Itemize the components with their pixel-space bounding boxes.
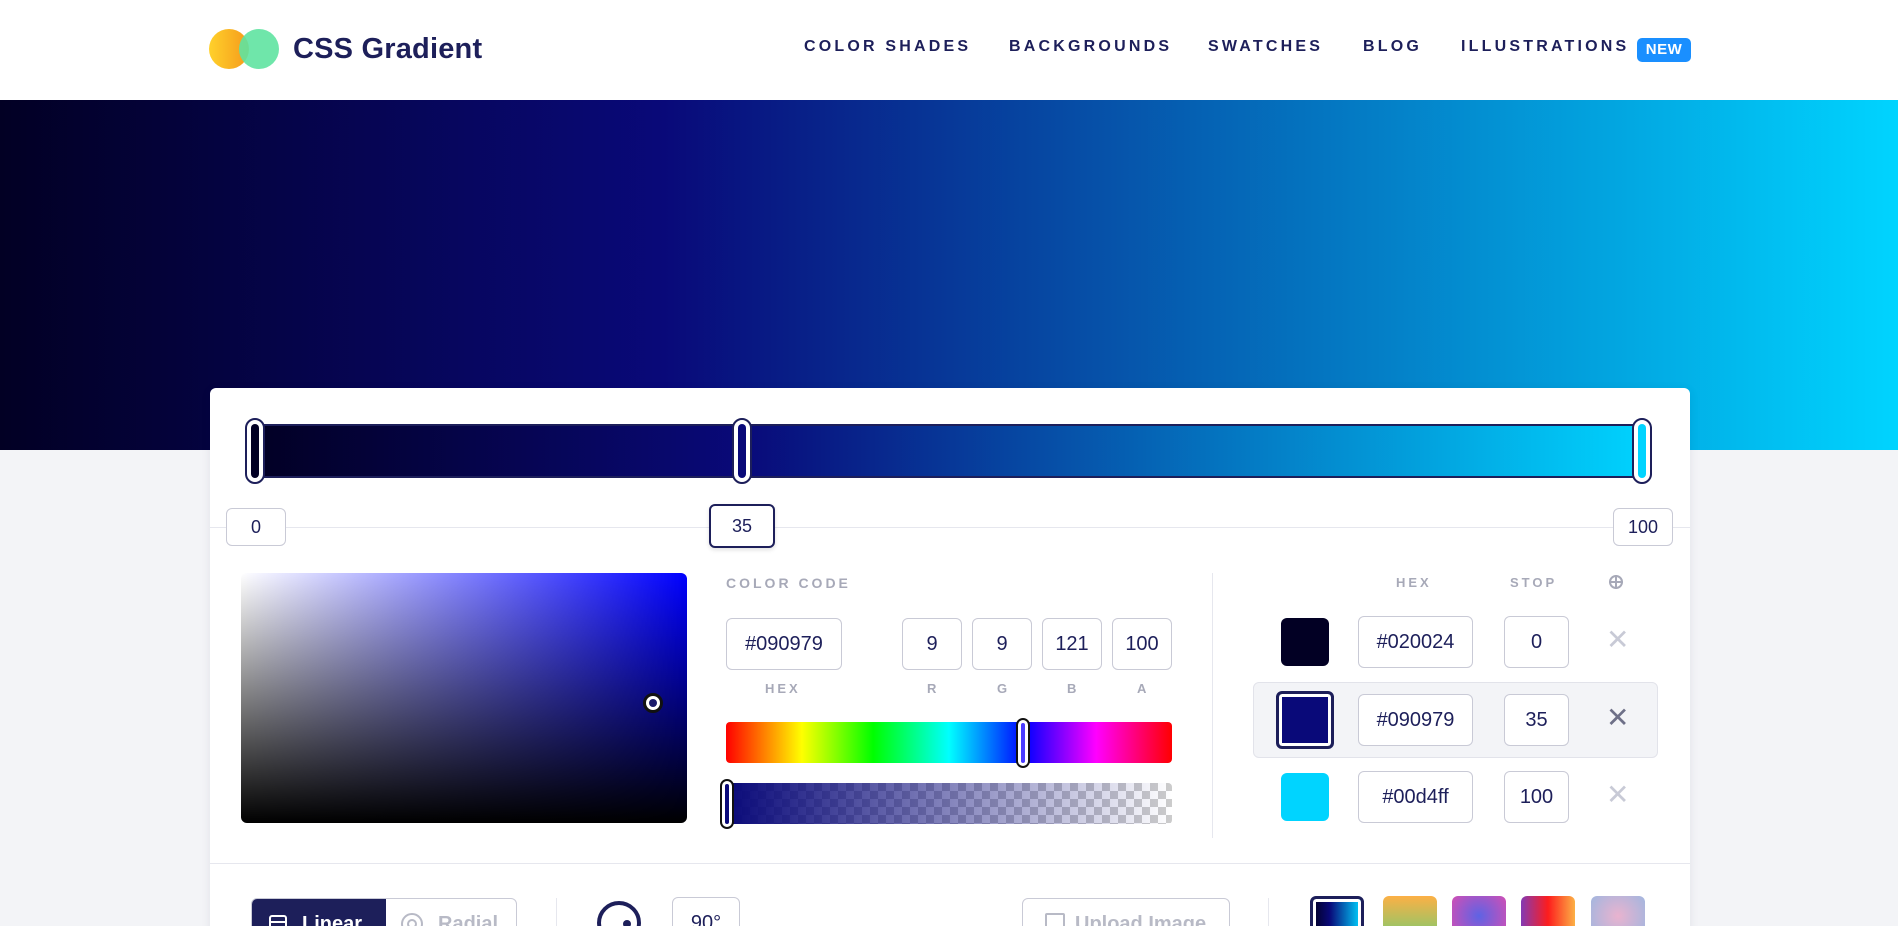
hex-label: HEX — [765, 681, 801, 696]
stop-swatch-2[interactable] — [1281, 773, 1329, 821]
gradient-slider-track[interactable] — [252, 424, 1652, 478]
r-label: R — [927, 681, 940, 696]
nav-color-shades[interactable]: COLOR SHADES — [804, 38, 971, 56]
remove-stop-1-icon[interactable]: ✕ — [1606, 704, 1629, 732]
radial-button[interactable]: Radial — [386, 899, 516, 926]
stop-hex-input-2[interactable]: #00d4ff — [1358, 771, 1473, 823]
hue-slider-handle[interactable] — [1016, 718, 1030, 768]
nav-swatches[interactable]: SWATCHES — [1208, 38, 1323, 56]
upload-label: Upload Image — [1075, 913, 1207, 926]
radial-icon — [401, 913, 423, 926]
stop-position-35[interactable]: 35 — [709, 504, 775, 548]
stop-handle-35[interactable] — [732, 418, 752, 484]
picker-cursor[interactable] — [643, 693, 663, 713]
stop-handle-100[interactable] — [1632, 418, 1652, 484]
linear-button[interactable]: Linear — [252, 899, 386, 926]
gradient-type-toggle: Linear Radial — [251, 898, 517, 926]
stop-value-input-1[interactable]: 35 — [1504, 694, 1569, 746]
saturation-value-picker[interactable] — [241, 573, 687, 823]
nav-illustrations[interactable]: ILLUSTRATIONS — [1461, 38, 1629, 56]
hue-slider[interactable] — [726, 722, 1172, 763]
globe-icon[interactable] — [1609, 575, 1623, 589]
new-badge: NEW — [1637, 38, 1691, 62]
linear-icon — [269, 915, 287, 926]
a-label: A — [1137, 681, 1150, 696]
preset-swatch-1[interactable] — [1310, 896, 1364, 926]
color-code-title: COLOR CODE — [726, 575, 851, 591]
preset-swatch-4[interactable] — [1521, 896, 1575, 926]
preset-swatch-2[interactable] — [1383, 896, 1437, 926]
divider — [1268, 898, 1269, 926]
stops-hex-header: HEX — [1396, 575, 1432, 590]
logo[interactable]: CSS Gradient — [209, 27, 482, 71]
image-icon — [1045, 913, 1065, 926]
nav-backgrounds[interactable]: BACKGROUNDS — [1009, 38, 1172, 56]
a-input[interactable]: 100 — [1112, 618, 1172, 670]
nav-blog[interactable]: BLOG — [1363, 38, 1422, 56]
alpha-slider[interactable] — [726, 783, 1172, 824]
brand-name: CSS Gradient — [293, 32, 483, 65]
stops-stop-header: STOP — [1510, 575, 1558, 590]
preset-swatch-3[interactable] — [1452, 896, 1506, 926]
stop-position-0[interactable]: 0 — [226, 508, 286, 546]
stop-value-input-2[interactable]: 100 — [1504, 771, 1569, 823]
logo-icon — [209, 27, 281, 71]
vertical-divider — [1212, 573, 1213, 838]
divider — [210, 863, 1690, 864]
site-header: CSS Gradient COLOR SHADES BACKGROUNDS SW… — [0, 0, 1898, 100]
hex-input[interactable]: #090979 — [726, 618, 842, 670]
stop-value-input-0[interactable]: 0 — [1504, 616, 1569, 668]
b-label: B — [1067, 681, 1080, 696]
stop-hex-input-0[interactable]: #020024 — [1358, 616, 1473, 668]
alpha-slider-handle[interactable] — [720, 779, 734, 829]
divider — [210, 527, 1690, 528]
stop-handle-0[interactable] — [245, 418, 265, 484]
angle-input[interactable]: 90° — [672, 897, 740, 926]
remove-stop-2-icon[interactable]: ✕ — [1606, 781, 1629, 809]
remove-stop-0-icon[interactable]: ✕ — [1606, 626, 1629, 654]
preset-swatch-5[interactable] — [1591, 896, 1645, 926]
stop-position-100[interactable]: 100 — [1613, 508, 1673, 546]
stop-swatch-0[interactable] — [1281, 618, 1329, 666]
b-input[interactable]: 121 — [1042, 618, 1102, 670]
r-input[interactable]: 9 — [902, 618, 962, 670]
upload-image-button[interactable]: Upload Image — [1022, 898, 1230, 926]
stop-hex-input-1[interactable]: #090979 — [1358, 694, 1473, 746]
stop-swatch-1[interactable] — [1276, 691, 1334, 749]
divider — [556, 898, 557, 926]
g-label: G — [997, 681, 1011, 696]
radial-label: Radial — [438, 913, 499, 926]
g-input[interactable]: 9 — [972, 618, 1032, 670]
linear-label: Linear — [302, 913, 363, 926]
